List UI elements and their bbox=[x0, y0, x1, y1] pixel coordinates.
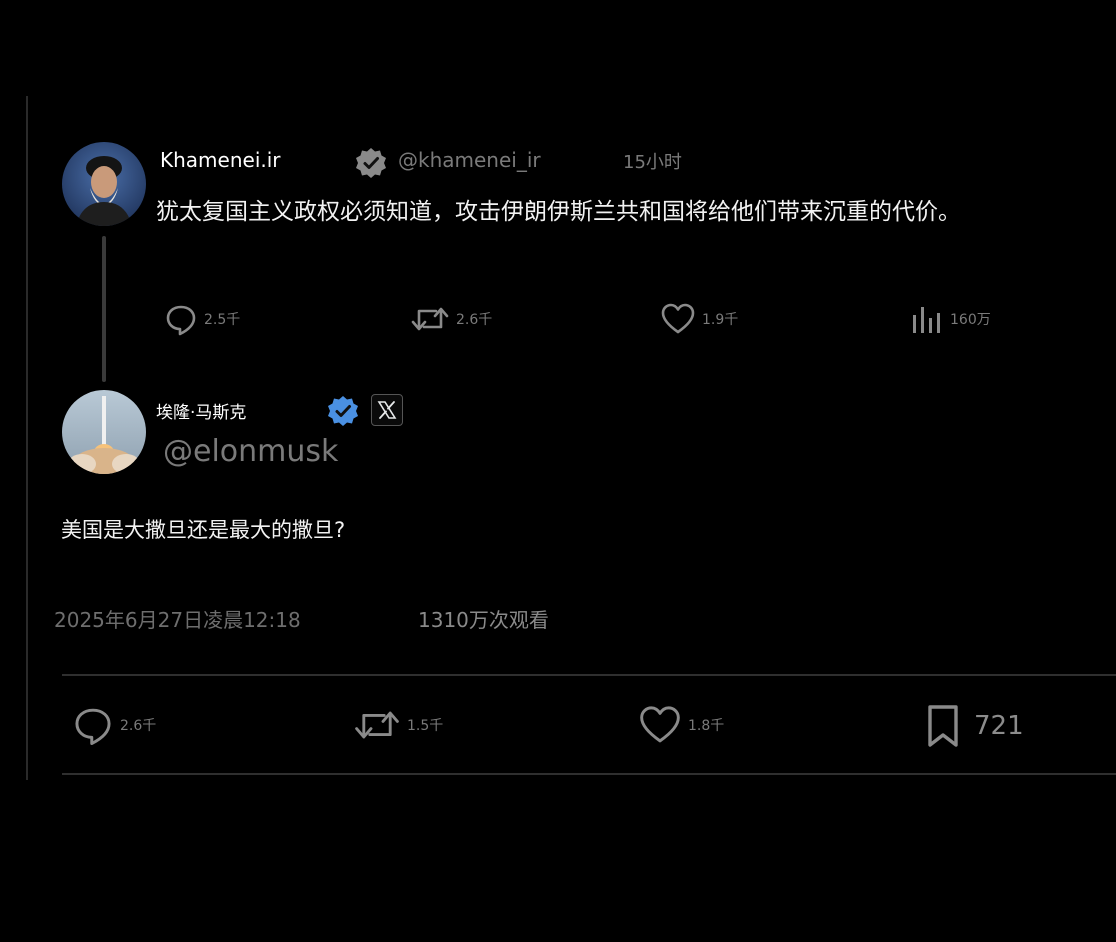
heart-icon bbox=[661, 303, 695, 334]
reply-button[interactable]: 2.6千 bbox=[72, 704, 156, 746]
x-affiliation-badge[interactable] bbox=[371, 394, 403, 426]
bookmark-count: 721 bbox=[974, 711, 1024, 741]
reply-count: 2.5千 bbox=[204, 312, 241, 328]
views-button[interactable]: 160万 bbox=[910, 302, 991, 336]
reply-icon bbox=[75, 708, 111, 746]
avatar-khamenei[interactable] bbox=[62, 142, 146, 226]
author-handle[interactable]: @khamenei_ir bbox=[398, 148, 541, 172]
divider bbox=[62, 773, 1116, 775]
tweet-text: 犹太复国主义政权必须知道，攻击伊朗伊斯兰共和国将给他们带来沉重的代价。 bbox=[156, 199, 961, 225]
author-handle[interactable]: @elonmusk bbox=[163, 434, 338, 469]
retweet-button[interactable]: 1.5千 bbox=[353, 704, 443, 746]
left-border bbox=[26, 96, 28, 780]
author-name[interactable]: 埃隆·马斯克 bbox=[156, 398, 246, 423]
like-button[interactable]: 1.9千 bbox=[660, 302, 738, 336]
tweet-time[interactable]: 15小时 bbox=[623, 148, 682, 174]
x-logo-icon bbox=[377, 401, 397, 419]
verified-badge-icon bbox=[354, 146, 388, 180]
view-count: 1310万次观看 bbox=[418, 608, 549, 632]
thread-connector-line bbox=[102, 236, 106, 382]
like-count: 1.9千 bbox=[702, 312, 739, 328]
retweet-icon bbox=[411, 307, 449, 331]
reply-count: 2.6千 bbox=[120, 718, 157, 734]
reply-button[interactable]: 2.5千 bbox=[164, 302, 240, 336]
heart-icon bbox=[640, 706, 680, 743]
retweet-button[interactable]: 2.6千 bbox=[410, 302, 492, 336]
tweet-timestamp[interactable]: 2025年6月27日凌晨12:18 bbox=[54, 604, 301, 633]
analytics-icon bbox=[913, 307, 940, 333]
author-name[interactable]: Khamenei.ir bbox=[160, 148, 281, 172]
bookmark-button[interactable]: 721 bbox=[926, 704, 1024, 748]
verified-badge-icon bbox=[326, 394, 360, 428]
tweet-screenshot: Khamenei.ir @khamenei_ir 15小时 犹太复国主义政权必须… bbox=[0, 0, 1116, 942]
like-button[interactable]: 1.8千 bbox=[638, 704, 724, 746]
retweet-count: 2.6千 bbox=[456, 312, 493, 328]
tweet-text: 美国是大撒旦还是最大的撒旦? bbox=[61, 518, 346, 542]
view-count: 160万 bbox=[950, 312, 991, 328]
avatar-elonmusk[interactable] bbox=[62, 390, 146, 474]
divider bbox=[62, 674, 1116, 676]
retweet-icon bbox=[355, 711, 399, 739]
reply-icon bbox=[166, 305, 196, 336]
like-count: 1.8千 bbox=[688, 718, 725, 734]
retweet-count: 1.5千 bbox=[407, 718, 444, 734]
bookmark-icon bbox=[928, 705, 958, 747]
